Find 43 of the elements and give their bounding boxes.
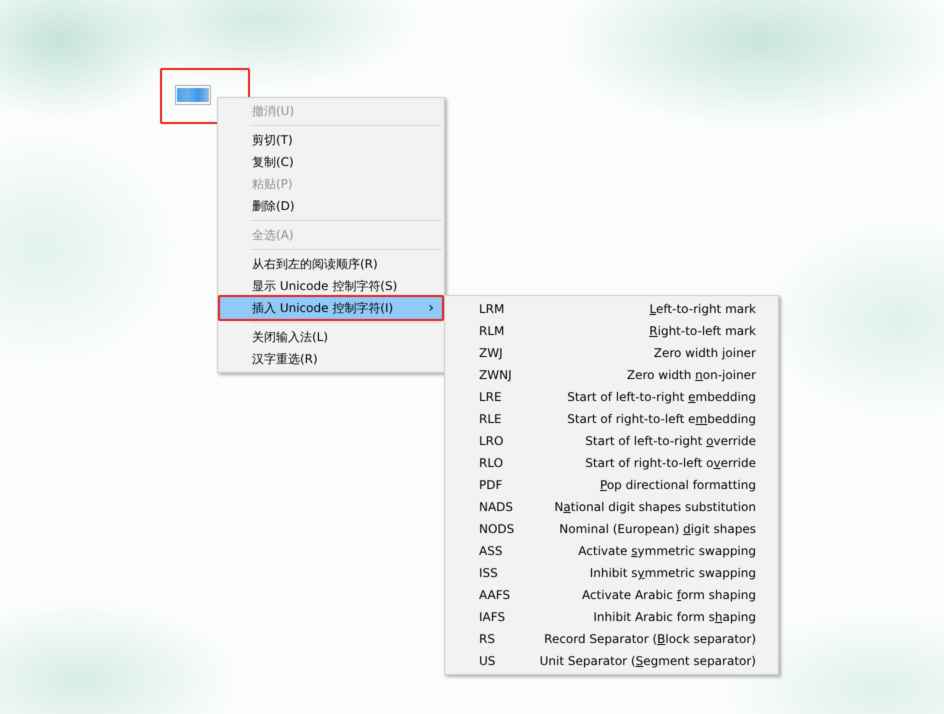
- submenu-item[interactable]: Nominal (European) digit shapes: [559, 522, 756, 536]
- submenu-item[interactable]: Zero width joiner: [654, 346, 756, 360]
- submenu-item[interactable]: Start of right-to-left override: [585, 456, 756, 470]
- submenu-item[interactable]: Inhibit Arabic form shaping: [593, 610, 756, 624]
- menu-item[interactable]: 汉字重选(R): [220, 348, 442, 370]
- submenu-item[interactable]: Start of left-to-right embedding: [567, 390, 756, 404]
- submenu-item[interactable]: Left-to-right mark: [650, 302, 756, 316]
- menu-item[interactable]: 剪切(T): [220, 129, 442, 151]
- menu-item[interactable]: 删除(D): [220, 195, 442, 217]
- submenu-item[interactable]: Zero width non-joiner: [626, 368, 756, 382]
- control-code: LRM: [479, 302, 506, 316]
- submenu-item[interactable]: Unit Separator (Segment separator): [540, 654, 756, 668]
- submenu-item[interactable]: Pop directional formatting: [600, 478, 756, 492]
- control-code: ZWJ: [479, 346, 504, 360]
- menu-item[interactable]: 关闭输入法(L): [220, 326, 442, 348]
- submenu-arrow-icon: ›: [428, 300, 434, 316]
- submenu-item[interactable]: Start of left-to-right override: [585, 434, 756, 448]
- control-code: LRO: [479, 434, 504, 448]
- control-code: US: [479, 654, 496, 668]
- submenu-item[interactable]: Record Separator (Block separator): [544, 632, 756, 646]
- control-code: ZWNJ: [479, 368, 513, 382]
- control-code: NODS: [479, 522, 516, 536]
- submenu-item[interactable]: Right-to-left mark: [649, 324, 756, 338]
- menu-item[interactable]: 插入 Unicode 控制字符(I) ›: [220, 297, 442, 319]
- control-code: ASS: [479, 544, 504, 558]
- control-code: IAFS: [479, 610, 506, 624]
- menu-item[interactable]: 复制(C): [220, 151, 442, 173]
- control-code: AAFS: [479, 588, 512, 602]
- control-code: RLO: [479, 456, 504, 470]
- control-code: ISS: [479, 566, 499, 580]
- control-code: PDF: [479, 478, 504, 492]
- submenu-item[interactable]: Start of right-to-left embedding: [567, 412, 756, 426]
- control-code: RLM: [479, 324, 506, 338]
- control-code: RLE: [479, 412, 503, 426]
- submenu-item[interactable]: Activate symmetric swapping: [578, 544, 756, 558]
- control-code: RS: [479, 632, 496, 646]
- submenu-item[interactable]: National digit shapes substitution: [554, 500, 756, 514]
- menu-item[interactable]: 从右到左的阅读顺序(R): [220, 253, 442, 275]
- control-code: LRE: [479, 390, 503, 404]
- menu-item[interactable]: 显示 Unicode 控制字符(S): [220, 275, 442, 297]
- control-code: NADS: [479, 500, 514, 514]
- submenu-item[interactable]: Activate Arabic form shaping: [582, 588, 756, 602]
- submenu-item[interactable]: Inhibit symmetric swapping: [590, 566, 756, 580]
